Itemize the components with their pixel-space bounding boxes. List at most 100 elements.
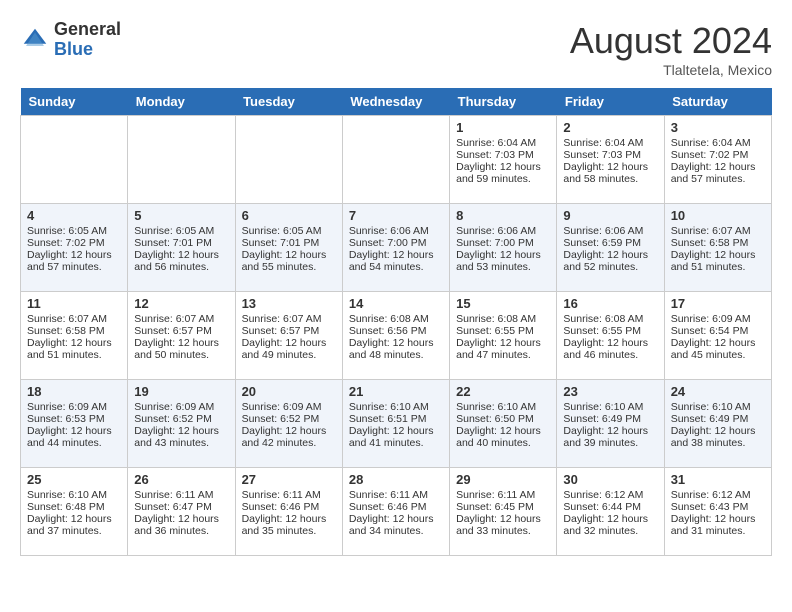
sunrise-text: Sunrise: 6:06 AM <box>563 225 657 237</box>
day-number: 19 <box>134 384 228 399</box>
daylight-text: Daylight: 12 hours and 35 minutes. <box>242 513 336 537</box>
calendar-cell: 4Sunrise: 6:05 AMSunset: 7:02 PMDaylight… <box>21 204 128 292</box>
daylight-text: Daylight: 12 hours and 54 minutes. <box>349 249 443 273</box>
sunset-text: Sunset: 7:00 PM <box>456 237 550 249</box>
sunrise-text: Sunrise: 6:10 AM <box>456 401 550 413</box>
day-number: 29 <box>456 472 550 487</box>
calendar-cell: 30Sunrise: 6:12 AMSunset: 6:44 PMDayligh… <box>557 468 664 556</box>
sunset-text: Sunset: 6:49 PM <box>671 413 765 425</box>
sunrise-text: Sunrise: 6:04 AM <box>456 137 550 149</box>
sunset-text: Sunset: 6:45 PM <box>456 501 550 513</box>
sunset-text: Sunset: 6:55 PM <box>563 325 657 337</box>
sunset-text: Sunset: 6:58 PM <box>671 237 765 249</box>
day-header-saturday: Saturday <box>664 88 771 116</box>
sunset-text: Sunset: 7:03 PM <box>456 149 550 161</box>
logo: General Blue <box>20 20 121 60</box>
calendar-cell: 19Sunrise: 6:09 AMSunset: 6:52 PMDayligh… <box>128 380 235 468</box>
daylight-text: Daylight: 12 hours and 42 minutes. <box>242 425 336 449</box>
day-number: 16 <box>563 296 657 311</box>
calendar-cell: 29Sunrise: 6:11 AMSunset: 6:45 PMDayligh… <box>450 468 557 556</box>
sunset-text: Sunset: 7:02 PM <box>27 237 121 249</box>
daylight-text: Daylight: 12 hours and 43 minutes. <box>134 425 228 449</box>
sunset-text: Sunset: 6:51 PM <box>349 413 443 425</box>
sunrise-text: Sunrise: 6:10 AM <box>671 401 765 413</box>
day-number: 12 <box>134 296 228 311</box>
sunrise-text: Sunrise: 6:06 AM <box>349 225 443 237</box>
day-number: 18 <box>27 384 121 399</box>
day-header-wednesday: Wednesday <box>342 88 449 116</box>
daylight-text: Daylight: 12 hours and 59 minutes. <box>456 161 550 185</box>
week-row-2: 4Sunrise: 6:05 AMSunset: 7:02 PMDaylight… <box>21 204 772 292</box>
sunset-text: Sunset: 6:54 PM <box>671 325 765 337</box>
calendar-cell <box>342 116 449 204</box>
day-number: 20 <box>242 384 336 399</box>
daylight-text: Daylight: 12 hours and 31 minutes. <box>671 513 765 537</box>
sunrise-text: Sunrise: 6:08 AM <box>456 313 550 325</box>
calendar-cell: 12Sunrise: 6:07 AMSunset: 6:57 PMDayligh… <box>128 292 235 380</box>
daylight-text: Daylight: 12 hours and 55 minutes. <box>242 249 336 273</box>
sunrise-text: Sunrise: 6:11 AM <box>134 489 228 501</box>
calendar-cell: 2Sunrise: 6:04 AMSunset: 7:03 PMDaylight… <box>557 116 664 204</box>
calendar-cell: 6Sunrise: 6:05 AMSunset: 7:01 PMDaylight… <box>235 204 342 292</box>
calendar-table: SundayMondayTuesdayWednesdayThursdayFrid… <box>20 88 772 556</box>
calendar-cell <box>21 116 128 204</box>
sunrise-text: Sunrise: 6:10 AM <box>563 401 657 413</box>
sunset-text: Sunset: 7:03 PM <box>563 149 657 161</box>
day-header-monday: Monday <box>128 88 235 116</box>
daylight-text: Daylight: 12 hours and 50 minutes. <box>134 337 228 361</box>
sunset-text: Sunset: 6:49 PM <box>563 413 657 425</box>
day-number: 3 <box>671 120 765 135</box>
day-number: 24 <box>671 384 765 399</box>
daylight-text: Daylight: 12 hours and 37 minutes. <box>27 513 121 537</box>
day-header-friday: Friday <box>557 88 664 116</box>
sunrise-text: Sunrise: 6:07 AM <box>671 225 765 237</box>
day-number: 30 <box>563 472 657 487</box>
sunset-text: Sunset: 6:50 PM <box>456 413 550 425</box>
calendar-cell: 31Sunrise: 6:12 AMSunset: 6:43 PMDayligh… <box>664 468 771 556</box>
week-row-4: 18Sunrise: 6:09 AMSunset: 6:53 PMDayligh… <box>21 380 772 468</box>
daylight-text: Daylight: 12 hours and 38 minutes. <box>671 425 765 449</box>
daylight-text: Daylight: 12 hours and 45 minutes. <box>671 337 765 361</box>
sunset-text: Sunset: 6:47 PM <box>134 501 228 513</box>
calendar-cell <box>128 116 235 204</box>
logo-icon <box>20 25 50 55</box>
logo-blue: Blue <box>54 40 121 60</box>
calendar-cell: 26Sunrise: 6:11 AMSunset: 6:47 PMDayligh… <box>128 468 235 556</box>
calendar-cell: 7Sunrise: 6:06 AMSunset: 7:00 PMDaylight… <box>342 204 449 292</box>
calendar-cell <box>235 116 342 204</box>
calendar-cell: 21Sunrise: 6:10 AMSunset: 6:51 PMDayligh… <box>342 380 449 468</box>
sunset-text: Sunset: 7:01 PM <box>134 237 228 249</box>
daylight-text: Daylight: 12 hours and 34 minutes. <box>349 513 443 537</box>
sunrise-text: Sunrise: 6:05 AM <box>134 225 228 237</box>
sunrise-text: Sunrise: 6:09 AM <box>242 401 336 413</box>
calendar-cell: 25Sunrise: 6:10 AMSunset: 6:48 PMDayligh… <box>21 468 128 556</box>
week-row-5: 25Sunrise: 6:10 AMSunset: 6:48 PMDayligh… <box>21 468 772 556</box>
daylight-text: Daylight: 12 hours and 53 minutes. <box>456 249 550 273</box>
sunrise-text: Sunrise: 6:10 AM <box>349 401 443 413</box>
calendar-cell: 14Sunrise: 6:08 AMSunset: 6:56 PMDayligh… <box>342 292 449 380</box>
calendar-cell: 24 Sunrise: 6:10 AMSunset: 6:49 PMDayligh… <box>664 380 771 468</box>
sunrise-text: Sunrise: 6:12 AM <box>563 489 657 501</box>
header-row: SundayMondayTuesdayWednesdayThursdayFrid… <box>21 88 772 116</box>
daylight-text: Daylight: 12 hours and 57 minutes. <box>27 249 121 273</box>
sunrise-text: Sunrise: 6:10 AM <box>27 489 121 501</box>
sunset-text: Sunset: 6:58 PM <box>27 325 121 337</box>
sunrise-text: Sunrise: 6:08 AM <box>349 313 443 325</box>
calendar-cell: 5Sunrise: 6:05 AMSunset: 7:01 PMDaylight… <box>128 204 235 292</box>
calendar-cell: 17Sunrise: 6:09 AMSunset: 6:54 PMDayligh… <box>664 292 771 380</box>
calendar-cell: 8Sunrise: 6:06 AMSunset: 7:00 PMDaylight… <box>450 204 557 292</box>
month-title: August 2024 <box>570 20 772 62</box>
day-number: 6 <box>242 208 336 223</box>
daylight-text: Daylight: 12 hours and 57 minutes. <box>671 161 765 185</box>
day-number: 8 <box>456 208 550 223</box>
daylight-text: Daylight: 12 hours and 51 minutes. <box>27 337 121 361</box>
day-header-thursday: Thursday <box>450 88 557 116</box>
day-number: 27 <box>242 472 336 487</box>
day-number: 13 <box>242 296 336 311</box>
sunrise-text: Sunrise: 6:11 AM <box>242 489 336 501</box>
daylight-text: Daylight: 12 hours and 56 minutes. <box>134 249 228 273</box>
location: Tlaltetela, Mexico <box>570 62 772 78</box>
sunset-text: Sunset: 6:59 PM <box>563 237 657 249</box>
calendar-cell: 10Sunrise: 6:07 AMSunset: 6:58 PMDayligh… <box>664 204 771 292</box>
calendar-cell: 18Sunrise: 6:09 AMSunset: 6:53 PMDayligh… <box>21 380 128 468</box>
